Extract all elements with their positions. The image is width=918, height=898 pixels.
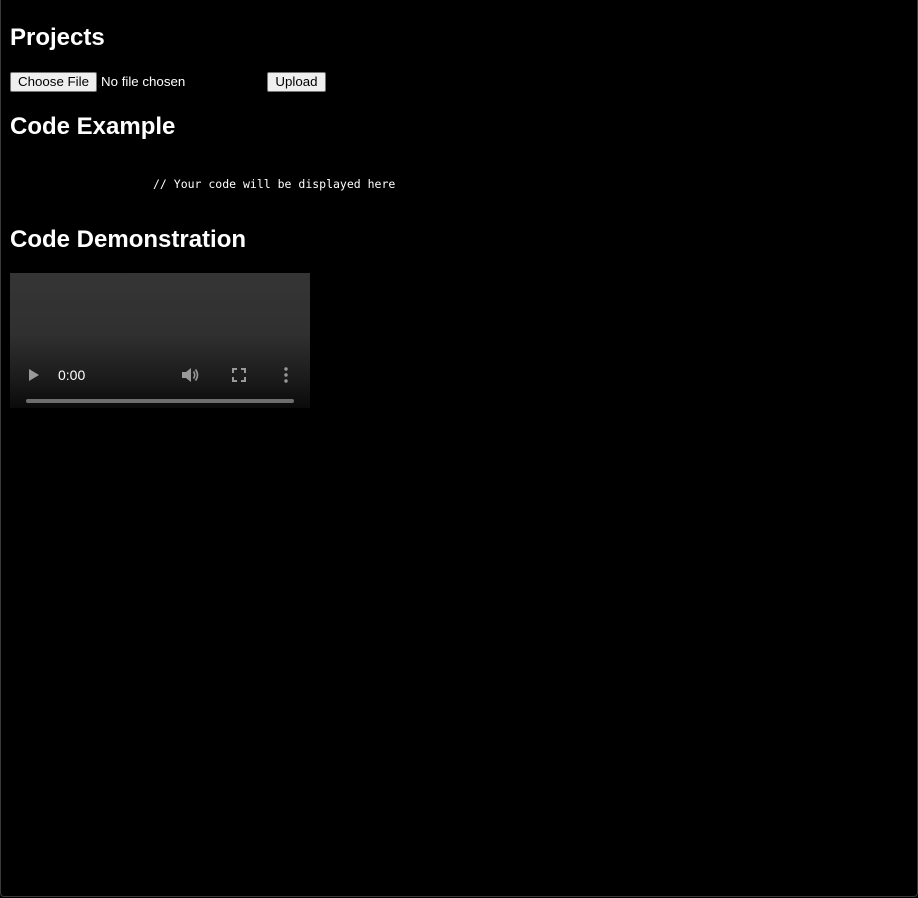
volume-icon[interactable] — [180, 366, 200, 384]
file-status-label: No file chosen — [101, 74, 186, 89]
code-demonstration-heading: Code Demonstration — [10, 226, 247, 253]
code-placeholder-text: // Your code will be displayed here — [153, 177, 396, 191]
projects-heading: Projects — [10, 24, 105, 51]
fullscreen-icon[interactable] — [231, 367, 247, 383]
video-progress-bar[interactable] — [26, 399, 294, 403]
video-player[interactable]: 0:00 — [10, 273, 310, 408]
upload-form: Choose File No file chosen Upload — [10, 72, 410, 93]
page-frame: Projects Choose File No file chosen Uplo… — [0, 0, 918, 897]
code-block: // Your code will be displayed here — [10, 176, 810, 194]
upload-button[interactable]: Upload — [267, 72, 326, 92]
play-icon[interactable] — [29, 369, 39, 381]
video-time-label: 0:00 — [58, 367, 86, 383]
video-controls: 0:00 — [10, 361, 310, 389]
code-example-heading: Code Example — [10, 113, 176, 140]
more-options-icon[interactable] — [281, 366, 291, 384]
choose-file-button[interactable]: Choose File — [10, 72, 97, 92]
